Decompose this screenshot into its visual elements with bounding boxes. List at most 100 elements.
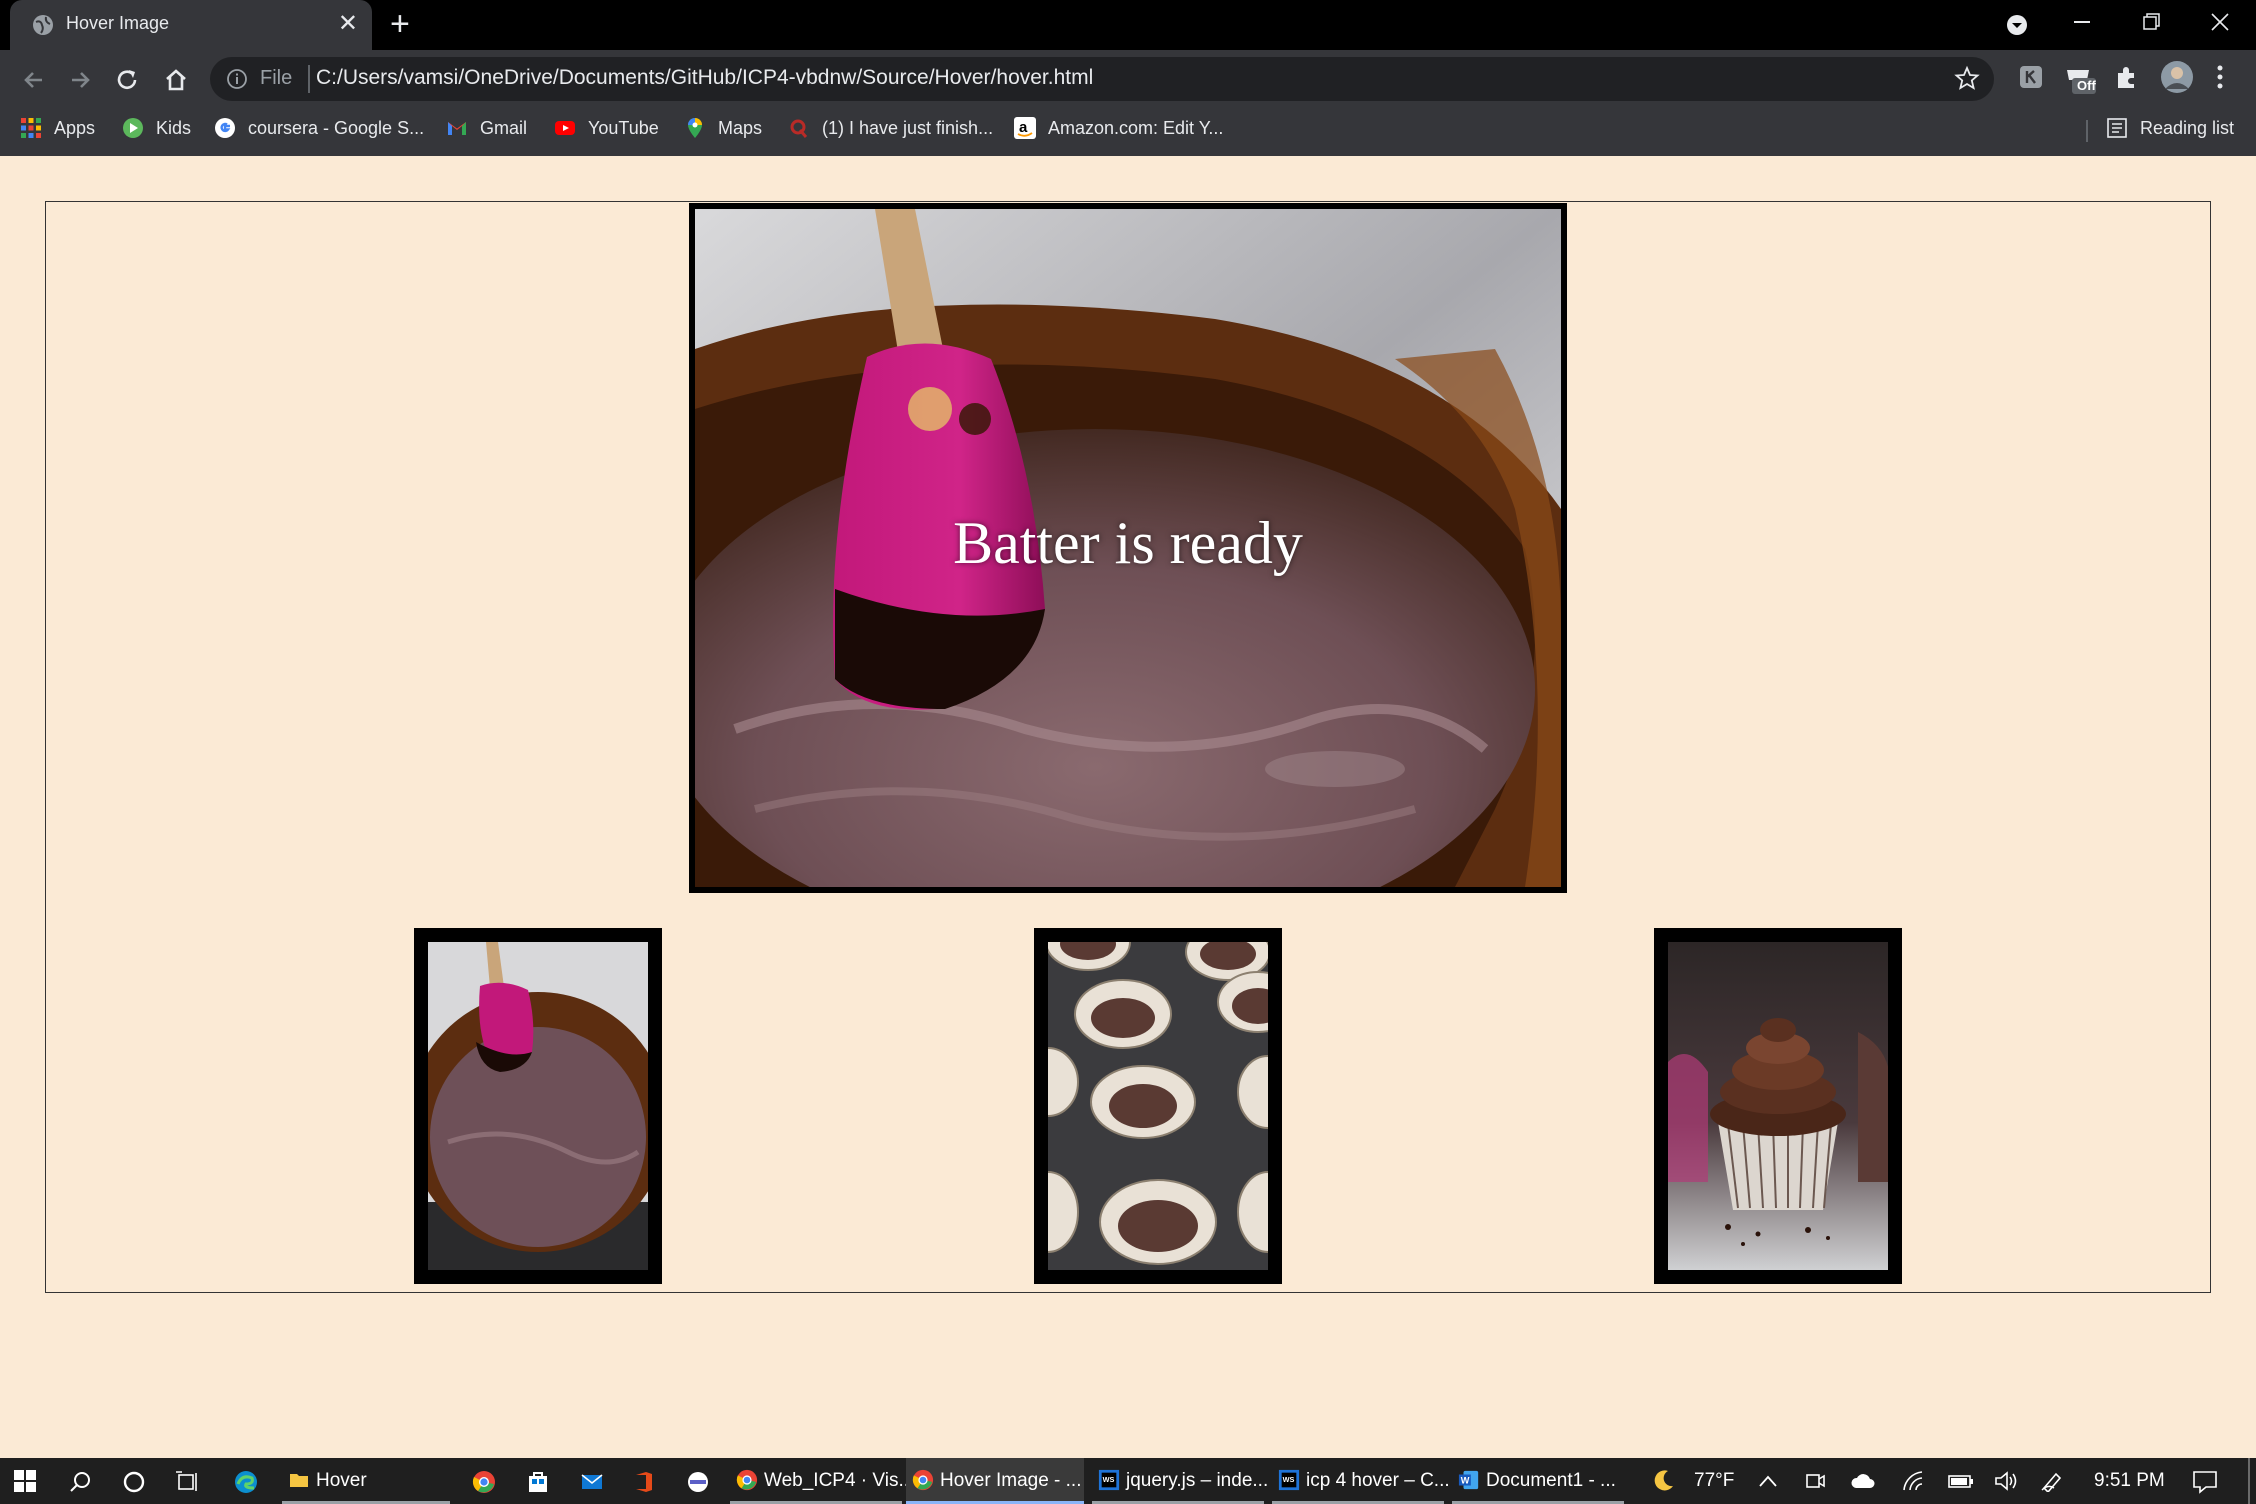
bookmark-label: Amazon.com: Edit Y... (1048, 118, 1224, 138)
reading-list-label: Reading list (2140, 118, 2235, 138)
bookmark-label: (1) I have just finish... (822, 118, 994, 138)
teams-chat-icon[interactable] (686, 1470, 710, 1494)
taskbar-item-label: icp 4 hover – C... (1306, 1470, 1450, 1491)
bookmark-coursera[interactable]: coursera - Google S... (214, 114, 424, 142)
taskbar-item-document1[interactable]: W Document1 - ... (1452, 1458, 1624, 1504)
bookmark-label: Apps (54, 118, 96, 138)
taskbar-item-jquery[interactable]: WS jquery.js – inde... (1092, 1458, 1268, 1504)
close-window-icon[interactable] (2210, 12, 2230, 32)
windows-taskbar: Hover Web_ICP4 · Vis... Hover Image - ..… (0, 1458, 2256, 1504)
url-separator (308, 65, 310, 93)
tab-title: Hover Image (66, 13, 170, 33)
tab-close-icon[interactable]: ✕ (338, 10, 358, 38)
cortana-icon[interactable] (122, 1470, 146, 1494)
reading-list-icon (2107, 118, 2127, 138)
thumbnail-cupcake-tray[interactable] (1034, 928, 1282, 1284)
onedrive-cloud-icon[interactable] (1850, 1470, 1876, 1492)
new-tab-button[interactable]: + (390, 6, 410, 42)
apps-grid-icon (21, 118, 41, 138)
show-desktop-button[interactable] (2248, 1458, 2250, 1504)
puzzle-extensions-icon[interactable] (2114, 64, 2140, 90)
google-icon (215, 118, 235, 138)
reading-list-button[interactable]: Reading list (2106, 114, 2234, 142)
bookmarks-divider (2086, 120, 2088, 142)
taskbar-item-hover-folder[interactable]: Hover (282, 1458, 450, 1504)
url-scheme: File (260, 67, 293, 89)
bookmark-amazon[interactable]: a Amazon.com: Edit Y... (1014, 114, 1223, 142)
forward-arrow-icon[interactable] (62, 62, 98, 98)
webstorm-icon: WS (1278, 1469, 1300, 1491)
amazon-icon: a (1014, 117, 1036, 139)
window-titlebar: Hover Image ✕ + (0, 0, 2256, 50)
webstorm-icon: WS (1098, 1469, 1120, 1491)
bookmark-label: Kids (156, 118, 192, 138)
wifi-icon[interactable] (1902, 1470, 1926, 1492)
page-viewport: Batter is ready (0, 156, 2256, 1458)
taskbar-item-label: Web_ICP4 · Vis... (764, 1470, 915, 1491)
bookmark-apps[interactable]: Apps (20, 114, 95, 142)
svg-text:WS: WS (1283, 1475, 1295, 1484)
address-bar[interactable]: File C:/Users/vamsi/OneDrive/Documents/G… (210, 57, 1994, 101)
thumbnail-frosted-cupcake[interactable] (1654, 928, 1902, 1284)
chrome-icon (912, 1469, 934, 1491)
browser-tab-active[interactable]: Hover Image ✕ (10, 0, 372, 50)
weather-temperature[interactable]: 77°F (1694, 1458, 1734, 1504)
thumbnail-batter-photo (428, 942, 648, 1270)
thumbnail-frosted-cupcake-photo (1668, 942, 1888, 1270)
bookmark-star-icon[interactable] (1954, 65, 1980, 91)
bookmark-maps[interactable]: Maps (684, 114, 762, 142)
word-icon: W (1458, 1470, 1479, 1490)
battery-icon[interactable] (1948, 1470, 1974, 1492)
meet-now-icon[interactable] (1804, 1470, 1826, 1492)
menu-kebab-icon[interactable] (2214, 64, 2226, 90)
task-view-icon[interactable] (176, 1470, 200, 1494)
mail-icon[interactable] (580, 1470, 604, 1494)
chrome-icon[interactable] (472, 1470, 496, 1494)
bookmark-label: Gmail (480, 118, 528, 138)
minimize-icon[interactable] (2074, 20, 2094, 24)
windows-start-icon[interactable] (14, 1470, 36, 1492)
bookmark-quora[interactable]: (1) I have just finish... (788, 114, 993, 142)
clock-time[interactable]: 9:51 PM (2094, 1458, 2165, 1504)
bookmark-label: Maps (718, 118, 763, 138)
taskbar-item-label: Hover Image - ... (940, 1470, 1082, 1491)
search-icon[interactable] (68, 1470, 92, 1494)
svg-text:W: W (1461, 1476, 1470, 1486)
home-icon[interactable] (158, 62, 194, 98)
restore-icon[interactable] (2142, 12, 2162, 32)
reload-icon[interactable] (110, 62, 146, 98)
store-icon[interactable] (526, 1470, 550, 1494)
taskbar-item-icp4-hover[interactable]: WS icp 4 hover – C... (1272, 1458, 1450, 1504)
pen-ink-icon[interactable] (2040, 1470, 2064, 1492)
thumbnail-batter[interactable] (414, 928, 662, 1284)
bookmark-gmail[interactable]: Gmail (446, 114, 527, 142)
office-icon[interactable] (632, 1470, 656, 1494)
chevron-up-icon[interactable] (1758, 1474, 1778, 1488)
url-text[interactable]: C:/Users/vamsi/OneDrive/Documents/GitHub… (316, 66, 1093, 90)
profile-avatar[interactable] (2160, 60, 2194, 94)
youtube-icon (555, 121, 575, 135)
bookmark-kids[interactable]: Kids (122, 114, 191, 142)
edge-icon[interactable] (234, 1470, 258, 1494)
adblock-extension-icon[interactable]: Off (2064, 64, 2098, 96)
bookmark-youtube[interactable]: YouTube (554, 114, 659, 142)
extension-icon[interactable] (2018, 64, 2044, 90)
weather-moon-icon[interactable] (1650, 1468, 1676, 1494)
bookmark-label: coursera - Google S... (248, 118, 425, 138)
thumbnail-cupcake-tray-photo (1048, 942, 1268, 1270)
taskbar-item-hover-image[interactable]: Hover Image - ... (906, 1458, 1084, 1504)
notification-center-icon[interactable] (2192, 1470, 2218, 1494)
taskbar-item-label: Document1 - ... (1486, 1470, 1616, 1491)
main-photo[interactable]: Batter is ready (689, 203, 1567, 893)
back-arrow-icon[interactable] (16, 62, 52, 98)
hover-caption: Batter is ready (953, 510, 1303, 576)
taskbar-item-vscode[interactable]: Web_ICP4 · Vis... (730, 1458, 914, 1504)
info-icon[interactable] (226, 68, 248, 90)
volume-icon[interactable] (1994, 1470, 2018, 1492)
taskbar-item-label: jquery.js – inde... (1126, 1470, 1269, 1491)
bookmark-label: YouTube (588, 118, 659, 138)
gmail-icon (448, 122, 466, 135)
folder-icon (290, 1474, 308, 1487)
tab-search-icon[interactable] (2006, 14, 2028, 36)
maps-icon (688, 118, 702, 138)
